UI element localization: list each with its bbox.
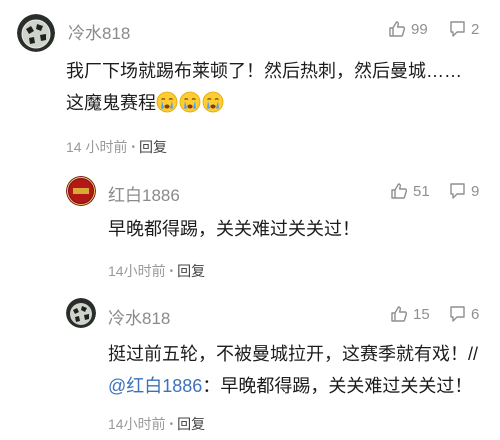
crying-face-icon xyxy=(156,91,178,113)
comment-text: 挺过前五轮，不被曼城拉开，这赛季就有戏！// @红白1886：早晚都得踢，关关难… xyxy=(108,344,478,396)
emoji-group xyxy=(156,91,225,113)
comment-meta: 14小时前 • 回复 xyxy=(108,261,206,281)
thumbs-up-icon xyxy=(391,306,408,322)
username[interactable]: 冷水818 xyxy=(68,19,130,44)
comment-icon xyxy=(450,21,465,37)
avatar[interactable] xyxy=(66,298,96,328)
comment-text: 我厂下场就踢布莱顿了！然后热刺，然后曼城…… 这魔鬼赛程 xyxy=(66,61,462,113)
reply-count-button[interactable]: 6 xyxy=(449,305,479,323)
reply-count: 9 xyxy=(471,182,480,200)
timestamp: 14小时前 xyxy=(108,263,166,279)
like-count: 15 xyxy=(413,305,430,323)
comment-meta: 14 小时前 • 回复 xyxy=(66,137,167,157)
comment-icon xyxy=(450,183,465,199)
like-count: 51 xyxy=(413,182,430,200)
username[interactable]: 红白1886 xyxy=(108,181,180,206)
reply-count-button[interactable]: 9 xyxy=(449,182,479,200)
timestamp: 14小时前 xyxy=(108,416,166,432)
reply-button[interactable]: 回复 xyxy=(177,261,205,281)
reply-count: 6 xyxy=(471,305,480,323)
avatar[interactable] xyxy=(17,14,55,52)
mention-link[interactable]: @红白1886 xyxy=(108,376,202,396)
thumbs-up-icon xyxy=(391,183,408,199)
timestamp: 14 小时前 xyxy=(66,139,128,155)
like-button[interactable]: 15 xyxy=(390,305,430,323)
username[interactable]: 冷水818 xyxy=(108,304,170,329)
like-button[interactable]: 51 xyxy=(390,182,430,200)
comment-meta: 14小时前 • 回复 xyxy=(108,414,206,434)
reply-count: 2 xyxy=(471,20,480,38)
reply-button[interactable]: 回复 xyxy=(139,137,167,157)
thumbs-up-icon xyxy=(389,21,406,37)
comment-icon xyxy=(450,306,465,322)
crying-face-icon xyxy=(202,91,224,113)
like-button[interactable]: 99 xyxy=(388,20,428,38)
reply-count-button[interactable]: 2 xyxy=(449,20,479,38)
comment-text: 早晚都得踢，关关难过关关过！ xyxy=(108,219,360,239)
like-count: 99 xyxy=(411,20,428,38)
reply-button[interactable]: 回复 xyxy=(177,414,205,434)
avatar[interactable] xyxy=(66,176,96,206)
crying-face-icon xyxy=(179,91,201,113)
